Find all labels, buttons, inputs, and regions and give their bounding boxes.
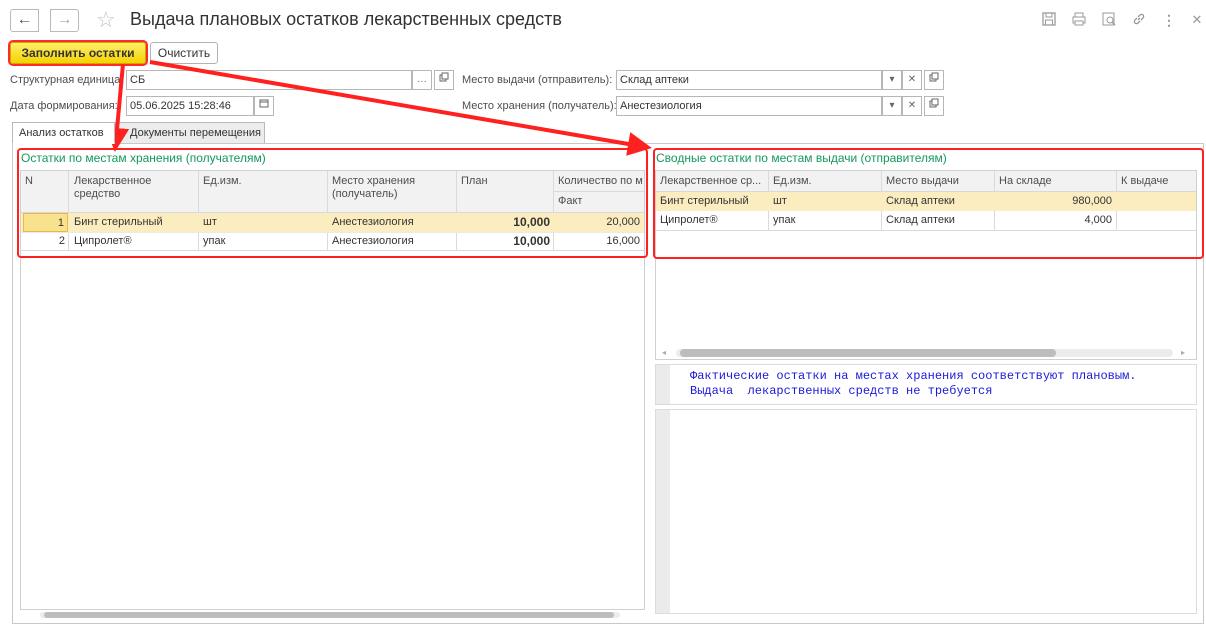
tab-balance-analysis[interactable]: Анализ остатков xyxy=(12,122,115,144)
annotation-arrows xyxy=(105,60,652,156)
arrow-to-left-table xyxy=(105,63,130,152)
arrow-to-right-table xyxy=(149,60,652,156)
